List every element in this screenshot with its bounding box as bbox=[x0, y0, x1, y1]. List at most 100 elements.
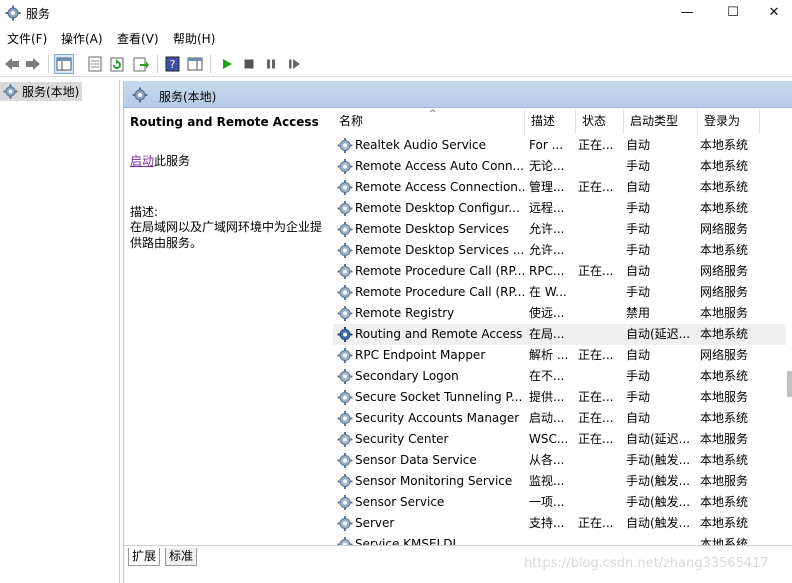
service-name-cell: Remote Procedure Call (RP... bbox=[355, 285, 526, 299]
service-name-cell: Secondary Logon bbox=[355, 369, 459, 383]
close-button[interactable]: ✕ bbox=[756, 0, 792, 26]
service-gear-icon bbox=[336, 410, 354, 427]
service-logon-cell: 网络服务 bbox=[700, 348, 749, 362]
service-status-cell: 正在... bbox=[578, 516, 614, 530]
service-row[interactable]: Sensor Monitoring Service 监视... 手动(触发... 本地… bbox=[333, 471, 792, 492]
column-startup-type[interactable]: 启动类型 bbox=[624, 109, 698, 134]
service-gear-icon bbox=[336, 179, 354, 196]
service-row[interactable]: Secure Socket Tunneling P... 提供... 正在... 手动… bbox=[333, 387, 792, 408]
service-status-cell bbox=[578, 282, 620, 303]
title-bar: 服务 — ☐ ✕ bbox=[0, 0, 792, 26]
column-status[interactable]: 状态 bbox=[576, 109, 624, 134]
show-action-pane-icon[interactable] bbox=[185, 54, 205, 74]
refresh-icon[interactable] bbox=[108, 54, 128, 74]
show-hide-console-tree-icon[interactable] bbox=[54, 54, 74, 74]
service-description-cell: 在局... bbox=[529, 327, 565, 341]
service-startup-type-cell bbox=[626, 534, 694, 545]
service-description-cell: 远程... bbox=[529, 201, 565, 215]
service-description-cell: 一项... bbox=[529, 495, 565, 509]
service-gear-icon bbox=[336, 221, 354, 238]
minimize-button[interactable]: — bbox=[664, 0, 710, 26]
service-row[interactable]: Remote Procedure Call (RP... 在 W... 手动 网络服务 bbox=[333, 282, 792, 303]
stop-icon[interactable] bbox=[239, 54, 259, 74]
service-row[interactable]: Service KMSELDI 本地系统 bbox=[333, 534, 792, 545]
vertical-scrollbar[interactable] bbox=[786, 135, 792, 545]
menu-action[interactable]: 操作(A) bbox=[61, 30, 103, 47]
service-row[interactable]: Remote Desktop Services ... 允许... 手动 本地系统 bbox=[333, 240, 792, 261]
service-status-cell bbox=[578, 303, 620, 324]
menu-help[interactable]: 帮助(H) bbox=[173, 30, 215, 47]
service-row[interactable]: Server 支持... 正在... 自动(触发... 本地系统 bbox=[333, 513, 792, 534]
service-name-cell: Sensor Service bbox=[355, 495, 445, 509]
service-row[interactable]: Sensor Data Service 从各... 手动(触发... 本地系统 bbox=[333, 450, 792, 471]
service-status-cell bbox=[578, 219, 620, 240]
service-status-cell: 正在... bbox=[578, 432, 614, 446]
service-name-cell: Remote Registry bbox=[355, 306, 455, 320]
column-name-label: 名称 bbox=[339, 114, 364, 128]
service-name-cell: Remote Procedure Call (RP... bbox=[355, 264, 526, 278]
service-row[interactable]: RPC Endpoint Mapper 解析 ... 正在... 自动 网络服务 bbox=[333, 345, 792, 366]
menu-view[interactable]: 查看(V) bbox=[117, 30, 159, 47]
service-logon-cell: 本地系统 bbox=[700, 537, 749, 545]
help-icon[interactable]: ? bbox=[162, 54, 182, 74]
service-row[interactable]: Security Center WSC... 正在... 自动(延迟... 本地服务 bbox=[333, 429, 792, 450]
service-row[interactable]: Security Accounts Manager 启动... 正在... 自动 本地系… bbox=[333, 408, 792, 429]
service-status-cell bbox=[578, 324, 620, 345]
service-row[interactable]: Remote Procedure Call (RP... RPC... 正在... 自… bbox=[333, 261, 792, 282]
service-startup-type-cell: 手动 bbox=[626, 201, 651, 215]
service-gear-icon bbox=[336, 326, 354, 343]
service-startup-type-cell: 手动 bbox=[626, 285, 651, 299]
tab-extended[interactable]: 扩展 bbox=[128, 548, 161, 566]
gear-icon bbox=[3, 84, 18, 99]
service-name-cell: Remote Desktop Services bbox=[355, 222, 510, 236]
scrollbar-thumb[interactable] bbox=[787, 371, 792, 397]
service-logon-cell: 本地系统 bbox=[700, 138, 749, 152]
service-row[interactable]: Remote Desktop Services 允许... 手动 网络服务 bbox=[333, 219, 792, 240]
properties-icon[interactable] bbox=[85, 54, 105, 74]
service-startup-type-cell: 自动 bbox=[626, 411, 651, 425]
svg-text:?: ? bbox=[169, 58, 175, 71]
toolbar-separator bbox=[210, 55, 211, 73]
service-description-cell: 使远... bbox=[529, 306, 565, 320]
service-row[interactable]: Secondary Logon 在不... 手动 本地系统 bbox=[333, 366, 792, 387]
start-service-line: 启动此服务 bbox=[130, 152, 190, 169]
service-name-cell: Security Accounts Manager bbox=[355, 411, 520, 425]
service-status-cell: 正在... bbox=[578, 180, 614, 194]
start-service-link[interactable]: 启动 bbox=[130, 154, 154, 168]
play-icon[interactable] bbox=[217, 54, 237, 74]
tree-item-services-local[interactable]: 服务(本地) bbox=[0, 82, 82, 101]
service-status-cell bbox=[578, 492, 620, 513]
service-logon-cell: 本地系统 bbox=[700, 201, 749, 215]
service-name-cell: Remote Access Auto Conn... bbox=[355, 159, 525, 173]
export-list-icon[interactable] bbox=[131, 54, 151, 74]
service-gear-icon bbox=[336, 158, 354, 175]
service-gear-icon bbox=[336, 284, 354, 301]
tab-standard[interactable]: 标准 bbox=[165, 548, 198, 566]
service-row[interactable]: Remote Desktop Configur... 远程... 手动 本地系统 bbox=[333, 198, 792, 219]
service-name-cell: Secure Socket Tunneling P... bbox=[355, 390, 523, 404]
resume-icon[interactable] bbox=[284, 54, 304, 74]
service-status-cell bbox=[578, 366, 620, 387]
service-row[interactable]: Realtek Audio Service For ... 正在... 自动 本地系统 bbox=[333, 135, 792, 156]
forward-arrow-icon[interactable] bbox=[23, 54, 43, 74]
column-description[interactable]: 描述 bbox=[525, 109, 576, 134]
column-logon-as[interactable]: 登录为 bbox=[698, 109, 760, 134]
service-row[interactable]: Remote Registry 使远... 禁用 本地服务 bbox=[333, 303, 792, 324]
start-service-suffix: 此服务 bbox=[154, 154, 191, 168]
service-row[interactable]: Remote Access Connection... 管理... 正在... 自动 本… bbox=[333, 177, 792, 198]
service-row[interactable]: Remote Access Auto Conn... 无论... 手动 本地系统 bbox=[333, 156, 792, 177]
service-name-cell: Remote Access Connection... bbox=[355, 180, 527, 194]
console-tree: 服务(本地) bbox=[0, 80, 120, 583]
pause-icon[interactable] bbox=[261, 54, 281, 74]
service-description-cell: 支持... bbox=[529, 516, 565, 530]
service-gear-icon bbox=[336, 536, 354, 545]
service-row[interactable]: Routing and Remote Access 在局... 自动(延迟... 本地… bbox=[333, 324, 792, 345]
column-description-label: 描述 bbox=[531, 114, 556, 128]
service-gear-icon bbox=[336, 452, 354, 469]
service-row[interactable]: Sensor Service 一项... 手动(触发... 本地系统 bbox=[333, 492, 792, 513]
maximize-button[interactable]: ☐ bbox=[710, 0, 756, 26]
service-name-cell: Server bbox=[355, 516, 395, 530]
service-name-cell: Remote Desktop Services ... bbox=[355, 243, 525, 257]
menu-file[interactable]: 文件(F) bbox=[7, 30, 47, 47]
back-arrow-icon[interactable] bbox=[2, 54, 22, 74]
